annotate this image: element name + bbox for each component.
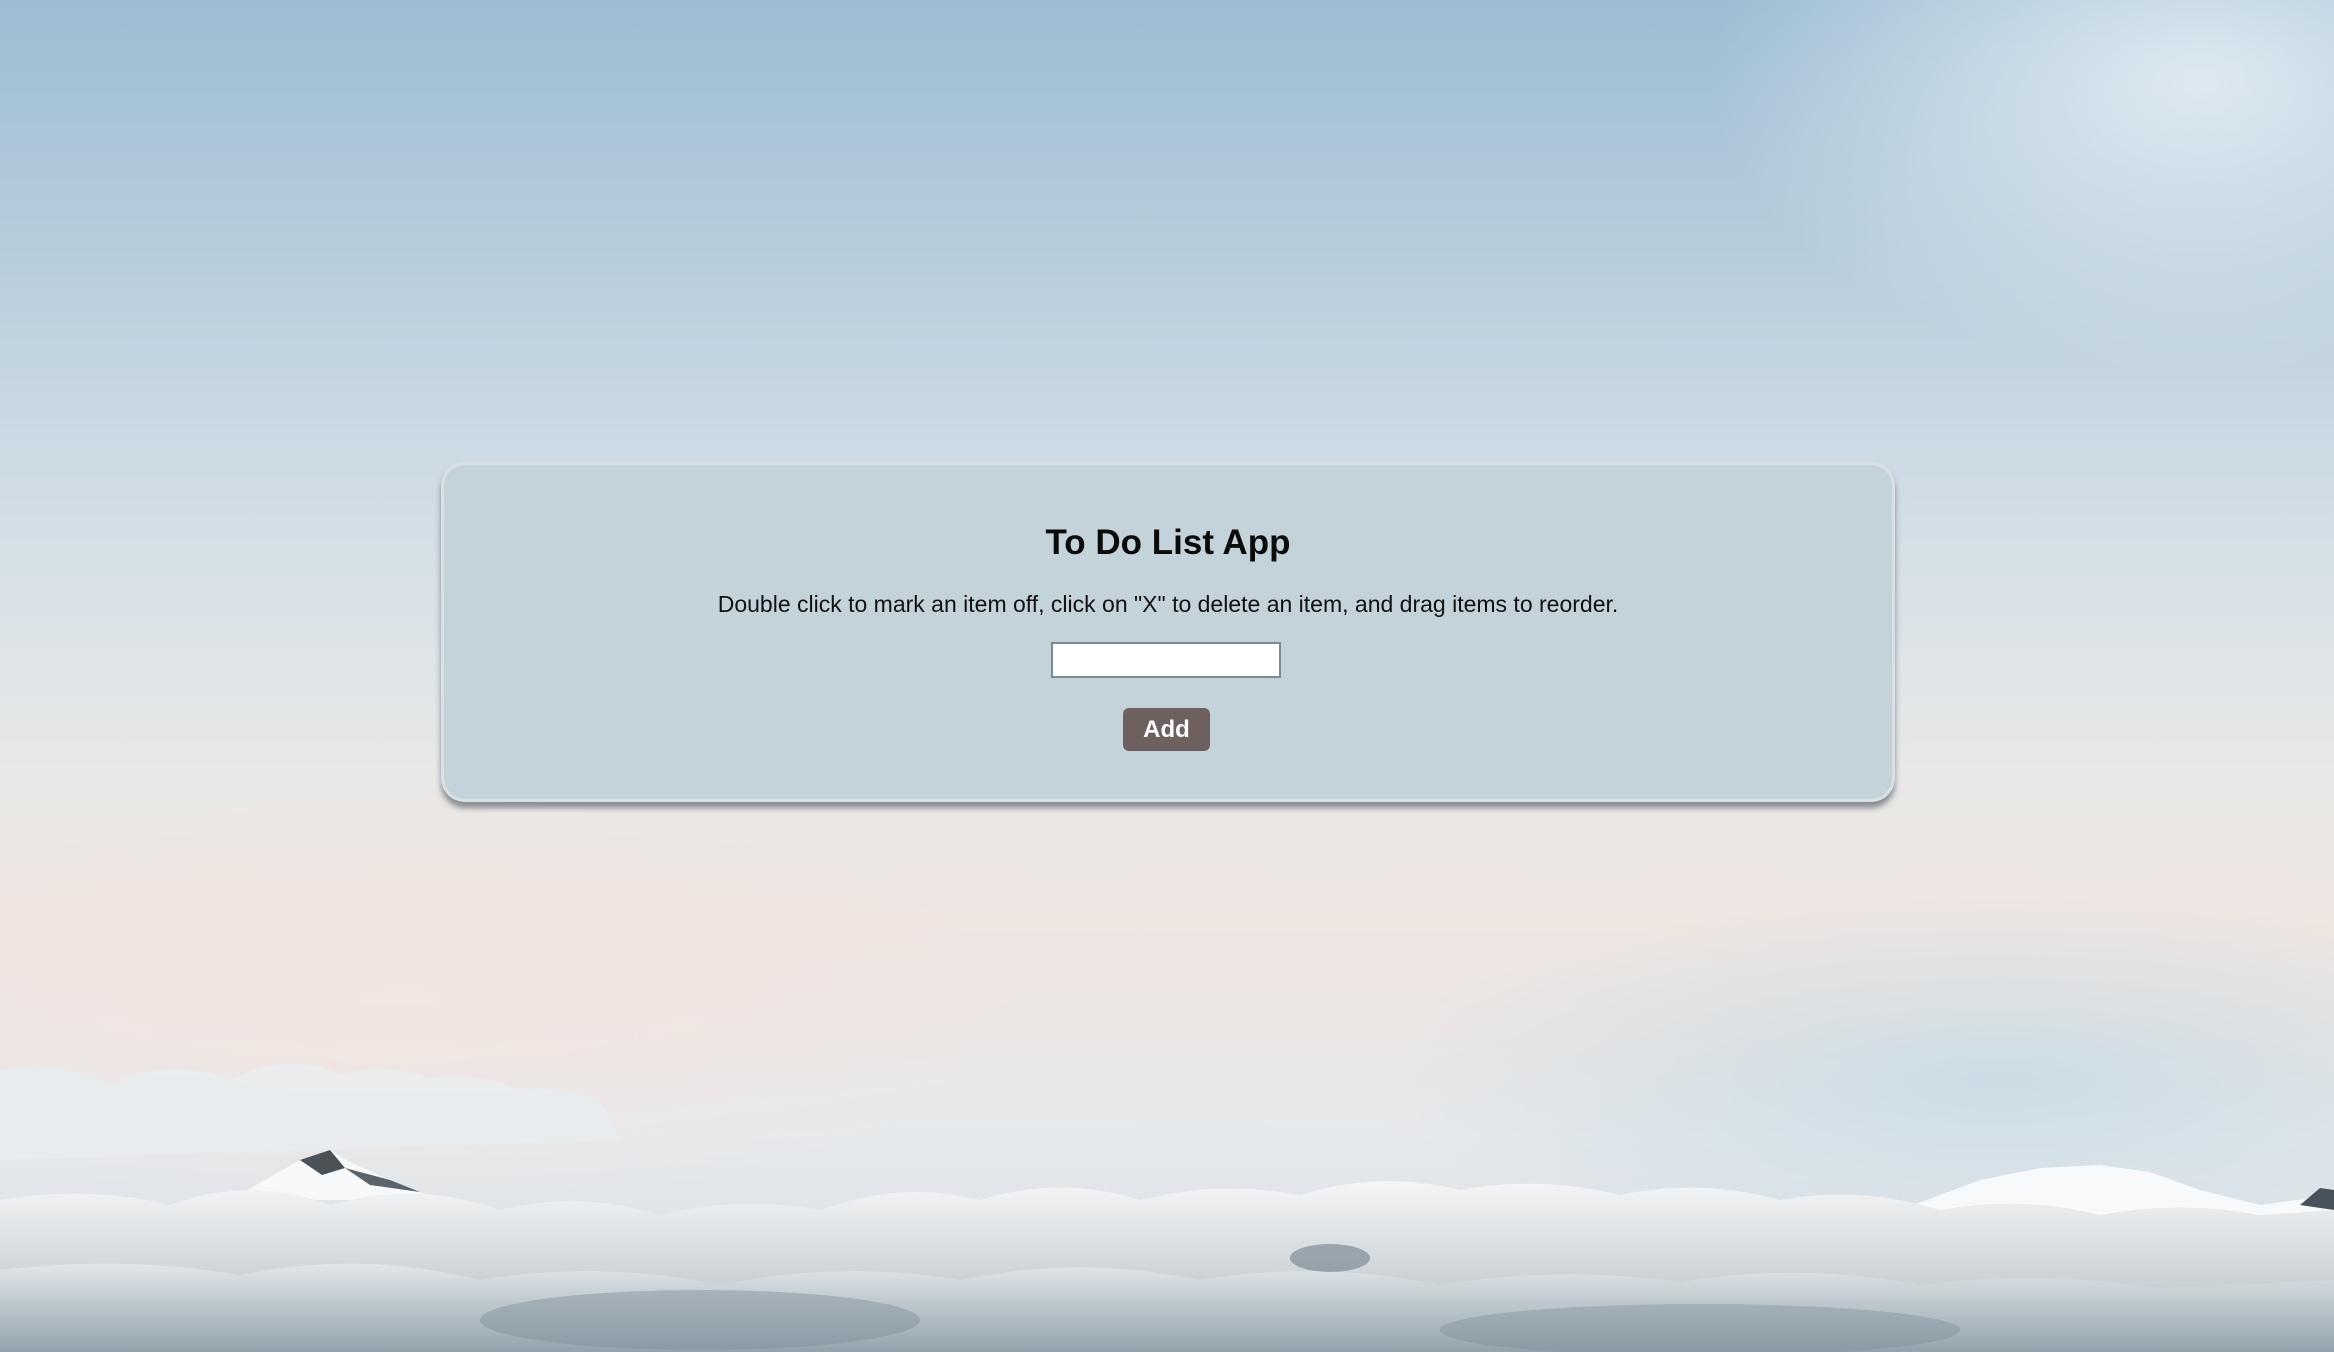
task-input[interactable] [1051,642,1281,678]
instructions-text: Double click to mark an item off, click … [717,591,1619,617]
todo-card: To Do List App Double click to mark an i… [441,462,1895,802]
add-button[interactable]: Add [1123,708,1210,751]
page-title: To Do List App [1045,523,1291,562]
